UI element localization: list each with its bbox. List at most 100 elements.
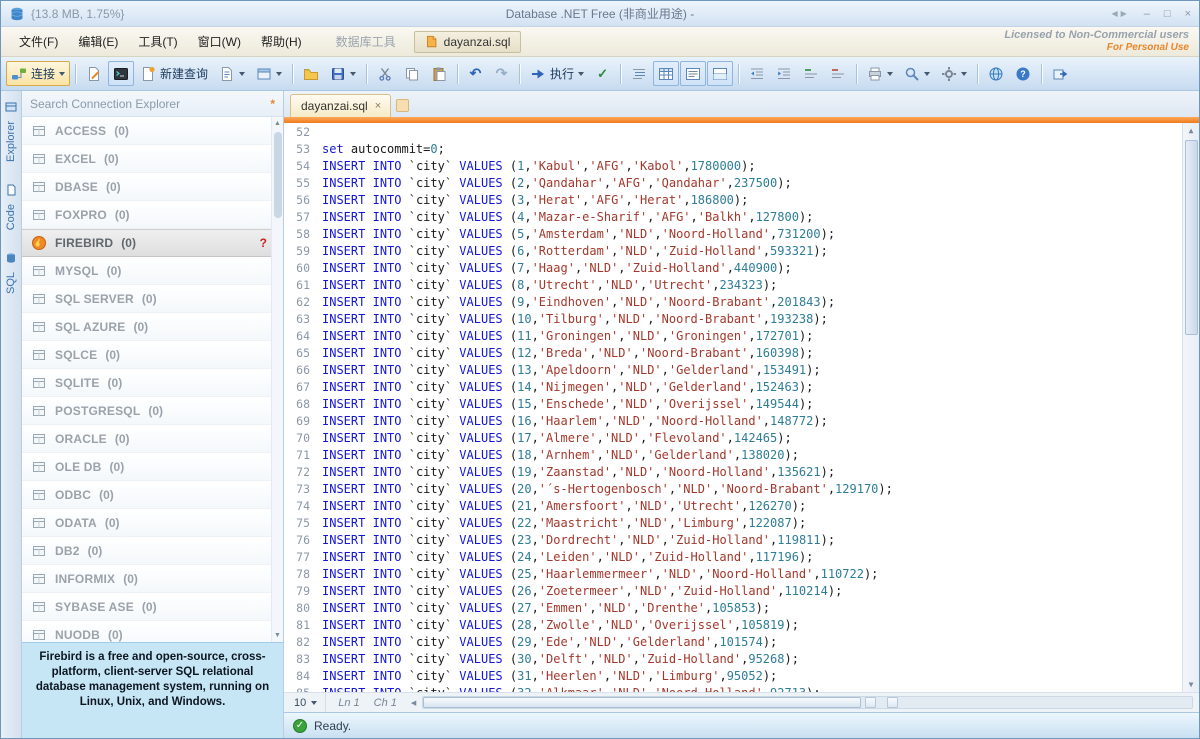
validate-button[interactable]: ✓: [590, 61, 615, 86]
code-line[interactable]: 66INSERT INTO `city` VALUES (13,'Apeldoo…: [284, 362, 1182, 379]
code-line[interactable]: 79INSERT INTO `city` VALUES (26,'Zoeterm…: [284, 583, 1182, 600]
menu-item-2[interactable]: 工具(T): [128, 28, 187, 55]
code-line[interactable]: 75INSERT INTO `city` VALUES (22,'Maastri…: [284, 515, 1182, 532]
hscroll-button-1[interactable]: [865, 697, 876, 708]
help-button[interactable]: ?: [1010, 61, 1036, 86]
code-line[interactable]: 69INSERT INTO `city` VALUES (16,'Haarlem…: [284, 413, 1182, 430]
open-query-dropdown[interactable]: [214, 61, 250, 86]
connect-button[interactable]: 连接: [6, 61, 70, 86]
explorer-item-sybase-ase[interactable]: SYBASE ASE(0): [22, 593, 283, 621]
code-line[interactable]: 61INSERT INTO `city` VALUES (8,'Utrecht'…: [284, 277, 1182, 294]
print-button[interactable]: [862, 61, 898, 86]
explorer-item-odbc[interactable]: ODBC(0): [22, 481, 283, 509]
code-line[interactable]: 73INSERT INTO `city` VALUES (20,'´s-Hert…: [284, 481, 1182, 498]
code-line[interactable]: 70INSERT INTO `city` VALUES (17,'Almere'…: [284, 430, 1182, 447]
code-line[interactable]: 77INSERT INTO `city` VALUES (24,'Leiden'…: [284, 549, 1182, 566]
scroll-down-icon[interactable]: ▼: [274, 629, 281, 642]
undo-button[interactable]: ↶: [463, 61, 488, 86]
minimize-icon[interactable]: –: [1144, 8, 1150, 20]
explorer-item-sql-server[interactable]: SQL SERVER(0): [22, 285, 283, 313]
side-tab-explorer[interactable]: Explorer: [5, 101, 17, 162]
code-line[interactable]: 59INSERT INTO `city` VALUES (6,'Rotterda…: [284, 243, 1182, 260]
uncomment-button[interactable]: [825, 61, 851, 86]
code-line[interactable]: 58INSERT INTO `city` VALUES (5,'Amsterda…: [284, 226, 1182, 243]
explorer-scrollbar[interactable]: ▲ ▼: [271, 117, 283, 642]
result-pane-toggle[interactable]: [707, 61, 733, 86]
code-line[interactable]: 54INSERT INTO `city` VALUES (1,'Kabul','…: [284, 158, 1182, 175]
zoom-button[interactable]: [899, 61, 935, 86]
console-toggle-button[interactable]: [108, 61, 134, 86]
code-line[interactable]: 85INSERT INTO `city` VALUES (32,'Alkmaar…: [284, 685, 1182, 692]
explorer-item-mysql[interactable]: MYSQL(0): [22, 257, 283, 285]
result-text-toggle[interactable]: [680, 61, 706, 86]
code-line[interactable]: 80INSERT INTO `city` VALUES (27,'Emmen',…: [284, 600, 1182, 617]
code-line[interactable]: 84INSERT INTO `city` VALUES (31,'Heerlen…: [284, 668, 1182, 685]
hscroll-button-2[interactable]: [887, 697, 898, 708]
code-line[interactable]: 68INSERT INTO `city` VALUES (15,'Ensched…: [284, 396, 1182, 413]
code-line[interactable]: 62INSERT INTO `city` VALUES (9,'Eindhove…: [284, 294, 1182, 311]
explorer-item-sqlce[interactable]: SQLCE(0): [22, 341, 283, 369]
copy-button[interactable]: [399, 61, 425, 86]
vscroll-down-icon[interactable]: ▼: [1189, 677, 1194, 692]
code-line[interactable]: 63INSERT INTO `city` VALUES (10,'Tilburg…: [284, 311, 1182, 328]
explorer-item-foxpro[interactable]: FOXPRO(0): [22, 201, 283, 229]
code-line[interactable]: 65INSERT INTO `city` VALUES (12,'Breda',…: [284, 345, 1182, 362]
indent-decrease-button[interactable]: [744, 61, 770, 86]
format-sql-button[interactable]: [626, 61, 652, 86]
tab-stub[interactable]: [396, 99, 409, 112]
explorer-item-firebird[interactable]: FIREBIRD(0)?: [22, 229, 283, 257]
execute-button[interactable]: 执行: [525, 61, 589, 86]
side-tab-code[interactable]: Code: [5, 184, 17, 230]
explorer-item-odata[interactable]: ODATA(0): [22, 509, 283, 537]
editor-horizontal-scrollbar[interactable]: [422, 696, 1193, 709]
editor-scale-dropdown[interactable]: 10: [286, 693, 326, 712]
save-button[interactable]: [325, 61, 361, 86]
edit-connection-button[interactable]: [81, 61, 107, 86]
tab-dayanzai-sql[interactable]: dayanzai.sql ×: [290, 94, 391, 117]
vscroll-up-icon[interactable]: ▲: [1189, 123, 1194, 138]
explorer-item-sqlite[interactable]: SQLITE(0): [22, 369, 283, 397]
explorer-scroll-thumb[interactable]: [274, 132, 282, 218]
code-line[interactable]: 64INSERT INTO `city` VALUES (11,'Groning…: [284, 328, 1182, 345]
code-line[interactable]: 81INSERT INTO `city` VALUES (28,'Zwolle'…: [284, 617, 1182, 634]
explorer-item-informix[interactable]: INFORMIX(0): [22, 565, 283, 593]
side-tab-sql[interactable]: SQL: [5, 252, 17, 294]
code-line[interactable]: 78INSERT INTO `city` VALUES (25,'Haarlem…: [284, 566, 1182, 583]
search-input[interactable]: [30, 97, 264, 111]
export-button[interactable]: [1047, 61, 1073, 86]
new-query-button[interactable]: 新建查询: [135, 61, 213, 86]
explorer-item-sql-azure[interactable]: SQL AZURE(0): [22, 313, 283, 341]
explorer-item-oracle[interactable]: ORACLE(0): [22, 425, 283, 453]
code-line[interactable]: 83INSERT INTO `city` VALUES (30,'Delft',…: [284, 651, 1182, 668]
menu-item-4[interactable]: 帮助(H): [251, 28, 312, 55]
code-line[interactable]: 57INSERT INTO `city` VALUES (4,'Mazar-e-…: [284, 209, 1182, 226]
explorer-item-nuodb[interactable]: NUODB(0): [22, 621, 283, 642]
menu-item-1[interactable]: 编辑(E): [68, 28, 128, 55]
code-line[interactable]: 67INSERT INTO `city` VALUES (14,'Nijmege…: [284, 379, 1182, 396]
hscroll-thumb[interactable]: [423, 697, 861, 708]
explorer-item-ole-db[interactable]: OLE DB(0): [22, 453, 283, 481]
open-file-button[interactable]: [298, 61, 324, 86]
redo-button[interactable]: ↷: [489, 61, 514, 86]
indent-increase-button[interactable]: [771, 61, 797, 86]
paste-button[interactable]: [426, 61, 452, 86]
explorer-item-postgresql[interactable]: POSTGRESQL(0): [22, 397, 283, 425]
code-line[interactable]: 55INSERT INTO `city` VALUES (2,'Qandahar…: [284, 175, 1182, 192]
maximize-icon[interactable]: □: [1164, 8, 1171, 20]
code-line[interactable]: 82INSERT INTO `city` VALUES (29,'Ede','N…: [284, 634, 1182, 651]
firebird-help-mark[interactable]: ?: [260, 236, 267, 250]
explorer-item-excel[interactable]: EXCEL(0): [22, 145, 283, 173]
document-chip[interactable]: dayanzai.sql: [414, 31, 522, 53]
hscroll-left-icon[interactable]: ◀: [411, 699, 416, 707]
close-icon[interactable]: ×: [1185, 8, 1191, 20]
code-line[interactable]: 74INSERT INTO `city` VALUES (21,'Amersfo…: [284, 498, 1182, 515]
code-line[interactable]: 52: [284, 124, 1182, 141]
comment-button[interactable]: [798, 61, 824, 86]
tab-close-icon[interactable]: ×: [375, 100, 381, 112]
menu-item-0[interactable]: 文件(F): [9, 28, 68, 55]
code-line[interactable]: 72INSERT INTO `city` VALUES (19,'Zaansta…: [284, 464, 1182, 481]
menu-item-3[interactable]: 窗口(W): [188, 28, 251, 55]
website-button[interactable]: [983, 61, 1009, 86]
result-grid-toggle[interactable]: [653, 61, 679, 86]
scroll-up-icon[interactable]: ▲: [274, 117, 281, 130]
